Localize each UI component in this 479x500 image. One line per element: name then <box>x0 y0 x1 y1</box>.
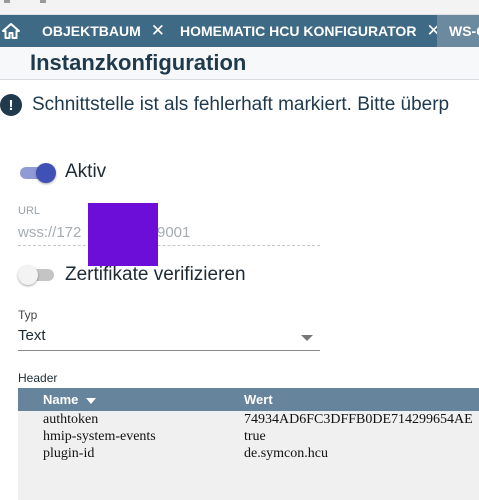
close-icon[interactable]: ✕ <box>151 21 165 41</box>
url-value-end: 9001 <box>157 224 191 241</box>
column-name[interactable]: Name <box>43 392 97 407</box>
cell-value: 74934AD6FC3DFFB0DE714299654AE <box>244 412 473 427</box>
sort-down-icon <box>86 397 97 404</box>
zertifikate-label: Zertifikate verifizieren <box>65 264 246 285</box>
zertifikate-switch[interactable] <box>18 264 56 286</box>
tab-bar: OBJEKTBAUM ✕ HOMEMATIC HCU KONFIGURATOR … <box>0 15 479 47</box>
exclamation-icon: ! <box>0 94 22 116</box>
url-underline <box>18 245 320 246</box>
aktiv-switch[interactable] <box>18 162 56 184</box>
home-icon <box>2 23 20 39</box>
typ-underline <box>18 350 320 351</box>
cell-name: hmip-system-events <box>43 429 156 444</box>
cell-name: authtoken <box>43 412 99 427</box>
home-tab[interactable] <box>0 15 22 47</box>
chevron-down-icon[interactable] <box>301 335 313 341</box>
column-wert[interactable]: Wert <box>244 392 273 407</box>
url-value[interactable]: wss://172 <box>18 224 81 241</box>
title-bar: Instanzkonfiguration <box>0 47 479 80</box>
switch-thumb <box>18 265 38 285</box>
header-table: Name Wert authtoken 74934AD6FC3DFFB0DE71… <box>18 388 479 500</box>
typ-label: Typ <box>18 308 38 322</box>
url-value-start: wss://172 <box>18 224 82 241</box>
tab-label: WS-C <box>449 23 479 39</box>
column-label: Wert <box>244 392 273 407</box>
cell-name: plugin-id <box>43 446 95 461</box>
switch-thumb <box>36 163 56 183</box>
window-edge-mark <box>4 0 10 3</box>
alert-message: Schnittstelle ist als fehlerhaft markier… <box>32 94 450 115</box>
header-label: Header <box>18 371 58 385</box>
url-label: URL <box>18 205 41 217</box>
column-label: Name <box>43 392 79 407</box>
aktiv-label: Aktiv <box>65 161 107 182</box>
window-top-strip <box>0 0 479 15</box>
cell-value: true <box>244 429 266 444</box>
error-alert: ! Schnittstelle ist als fehlerhaft marki… <box>0 90 479 120</box>
page-title: Instanzkonfiguration <box>30 50 247 75</box>
cell-value: de.symcon.hcu <box>244 446 328 461</box>
table-header: Name Wert <box>18 388 479 411</box>
window-edge-mark <box>40 0 46 3</box>
typ-select[interactable]: Text <box>18 327 46 344</box>
tab-objektbaum[interactable]: OBJEKTBAUM ✕ <box>42 15 165 47</box>
tab-label: OBJEKTBAUM <box>42 23 141 39</box>
redaction-box <box>88 203 158 266</box>
tab-homematic-hcu-konfigurator[interactable]: HOMEMATIC HCU KONFIGURATOR ✕ <box>180 15 441 47</box>
tab-ws-client[interactable]: WS-C <box>437 15 479 47</box>
tab-label: HOMEMATIC HCU KONFIGURATOR <box>180 23 417 39</box>
